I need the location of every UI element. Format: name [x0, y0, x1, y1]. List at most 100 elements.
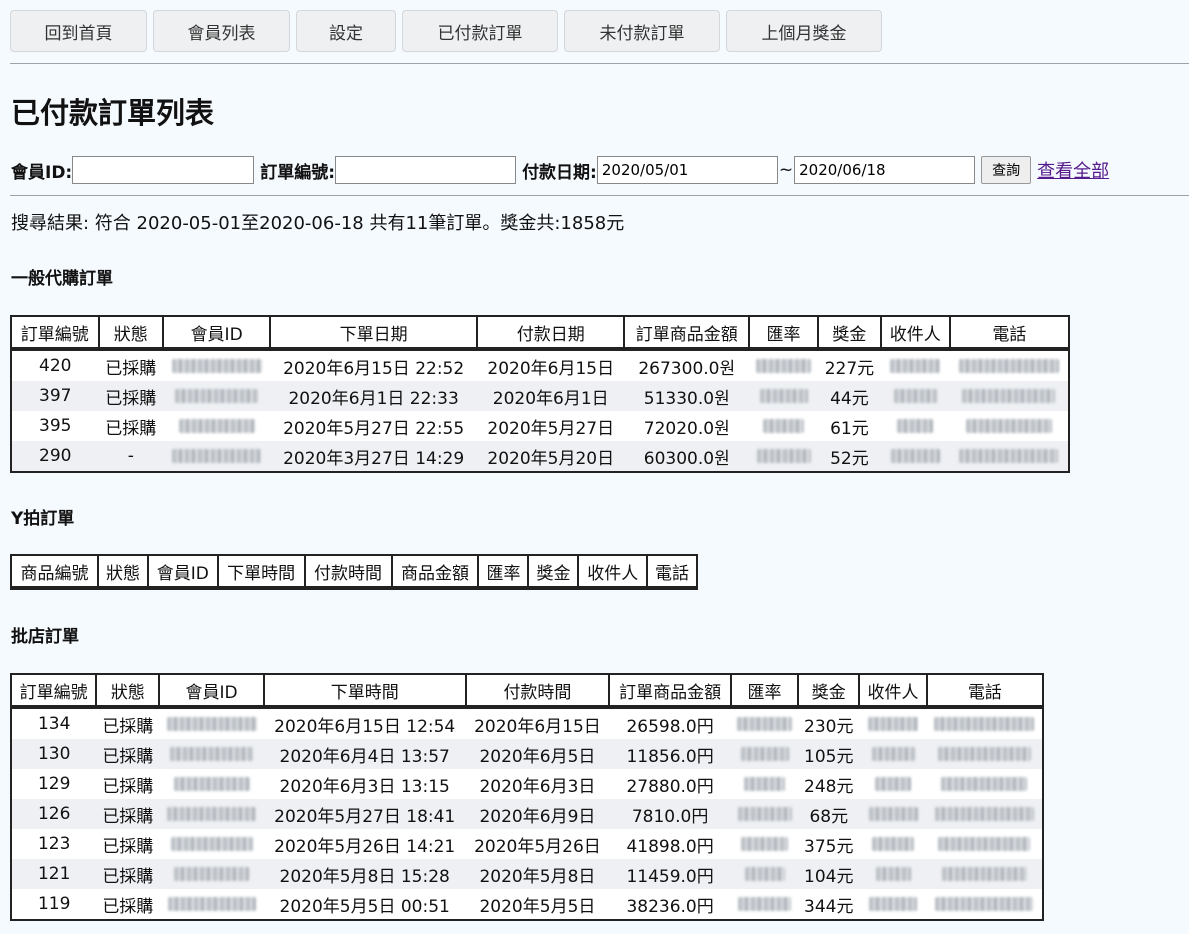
order-date-cell: 2020年6月15日 22:52 — [283, 358, 465, 379]
column-header-pay-date: 付款時間 — [464, 673, 611, 709]
top-divider — [10, 63, 1189, 64]
table-row: 134 已採購 2020年6月15日 12:54 2020年6月15日 26598.0円… — [11, 707, 1043, 739]
column-header-pay-date: 付款時間 — [303, 554, 393, 590]
recipient-redacted-cell — [859, 799, 927, 829]
column-header-order-date: 下單日期 — [269, 315, 479, 351]
column-header-recipient: 收件人 — [858, 673, 928, 709]
redacted-block — [868, 807, 918, 821]
column-header-order-date: 下單時間 — [262, 673, 467, 709]
search-bar: 會員ID: 訂單編號: 付款日期: ~ 查詢 查看全部 — [11, 154, 1109, 186]
amount-cell: 38236.0円 — [626, 896, 714, 917]
redacted-block — [737, 807, 792, 821]
phone-redacted-cell — [949, 381, 1069, 411]
query-button[interactable]: 查詢 — [981, 156, 1032, 184]
recipient-redacted-cell — [859, 829, 926, 859]
home-button[interactable]: 回到首頁 — [10, 10, 147, 52]
order-date-cell: 2020年6月3日 13:15 — [279, 776, 450, 797]
exchange-rate-redacted-cell — [731, 889, 798, 920]
settings-button[interactable]: 設定 — [296, 10, 396, 52]
redacted-block — [965, 419, 1052, 433]
unpaid-orders-button[interactable]: 未付款訂單 — [564, 10, 720, 52]
order-date-cell: 2020年6月4日 13:57 — [263, 739, 466, 769]
phone-redacted-cell — [949, 441, 1069, 472]
order-id-cell: 290 — [11, 441, 99, 472]
exchange-rate-redacted-cell — [749, 349, 818, 381]
amount-cell: 7810.0円 — [609, 799, 731, 829]
redacted-block — [941, 777, 1028, 791]
pay-date-cell: 2020年5月20日 — [477, 441, 625, 472]
pay-date-cell: 2020年6月3日 — [479, 776, 596, 797]
redacted-block — [869, 897, 918, 911]
redacted-block — [937, 747, 1031, 761]
column-header-phone: 電話 — [925, 673, 1045, 709]
redacted-block — [890, 359, 941, 373]
recipient-redacted-cell — [859, 889, 926, 920]
amount-cell: 11856.0円 — [609, 739, 731, 769]
status-cell: 已採購 — [96, 799, 160, 829]
redacted-block — [875, 867, 911, 881]
column-header-status: 狀態 — [97, 315, 165, 351]
recipient-redacted-cell — [880, 441, 950, 472]
pay-date-cell: 2020年5月5日 — [479, 896, 596, 917]
paid-orders-button[interactable]: 已付款訂單 — [402, 10, 558, 52]
column-header-recipient: 收件人 — [577, 554, 648, 590]
date-range-separator: ~ — [778, 160, 794, 180]
date-from-input[interactable] — [596, 156, 778, 184]
order-date-cell: 2020年5月26日 14:21 — [274, 836, 456, 857]
redacted-block — [934, 807, 1034, 821]
status-cell: 已採購 — [105, 358, 157, 379]
redacted-block — [738, 897, 792, 911]
member-id-label: 會員ID: — [11, 162, 73, 183]
status-cell: 已採購 — [96, 739, 160, 769]
redacted-block — [737, 717, 793, 731]
redacted-block — [893, 389, 937, 403]
order-id-cell: 397 — [11, 381, 99, 411]
date-to-input[interactable] — [794, 156, 976, 184]
member-list-button[interactable]: 會員列表 — [153, 10, 290, 52]
exchange-rate-redacted-cell — [749, 411, 818, 441]
order-date-cell: 2020年6月1日 22:33 — [270, 381, 478, 411]
status-cell: 已採購 — [102, 716, 154, 737]
redacted-block — [935, 897, 1034, 911]
phone-redacted-cell — [926, 799, 1043, 829]
pay-date-cell: 2020年6月1日 — [477, 381, 625, 411]
redacted-block — [875, 777, 912, 791]
order-id-cell: 129 — [37, 774, 71, 794]
table-row: 130 已採購 2020年6月4日 13:57 2020年6月5日 11856.0円 10… — [11, 739, 1043, 769]
member-id-redacted-cell — [159, 739, 264, 769]
order-no-input[interactable] — [335, 156, 517, 184]
order-id-cell: 123 — [37, 834, 71, 854]
order-id-cell: 126 — [11, 799, 97, 829]
order-id-cell: 395 — [39, 416, 72, 436]
redacted-block — [167, 807, 257, 821]
redacted-block — [938, 837, 1031, 851]
table-row: 126 已採購 2020年5月27日 18:41 2020年6月9日 7810.0円 68… — [11, 799, 1043, 829]
column-header-exchange-rate: 匯率 — [477, 554, 530, 590]
exchange-rate-redacted-cell — [731, 707, 798, 739]
redacted-block — [173, 777, 250, 791]
pay-date-cell: 2020年6月15日 — [474, 716, 601, 737]
bonus-cell: 104元 — [798, 859, 860, 889]
bonus-cell: 44元 — [818, 381, 881, 411]
column-header-status: 狀態 — [96, 554, 149, 590]
redacted-block — [171, 359, 262, 373]
phone-redacted-cell — [927, 889, 1043, 920]
column-header-bonus: 獎金 — [527, 554, 580, 590]
table-header-row: 商品編號 狀態 會員ID 下單時間 付款時間 商品金額 匯率 獎金 收件人 電話 — [10, 554, 699, 590]
order-date-cell: 2020年6月15日 12:54 — [274, 716, 456, 737]
redacted-block — [759, 389, 808, 403]
column-header-order-date: 下單時間 — [216, 554, 306, 590]
last-month-bonus-button[interactable]: 上個月獎金 — [726, 10, 882, 52]
exchange-rate-redacted-cell — [730, 859, 799, 889]
amount-cell: 11459.0円 — [609, 859, 731, 889]
view-all-link[interactable]: 查看全部 — [1037, 157, 1109, 183]
y-auction-orders-title: Y拍訂單 — [11, 509, 75, 529]
redacted-block — [178, 419, 255, 433]
redacted-block — [897, 419, 934, 433]
member-id-redacted-cell — [159, 769, 264, 799]
pay-date-cell: 2020年6月9日 — [465, 799, 610, 829]
column-header-exchange-rate: 匯率 — [729, 673, 800, 709]
member-id-input[interactable] — [72, 156, 255, 184]
column-header-amount: 訂單商品金額 — [608, 673, 732, 709]
order-id-cell: 121 — [11, 859, 97, 889]
